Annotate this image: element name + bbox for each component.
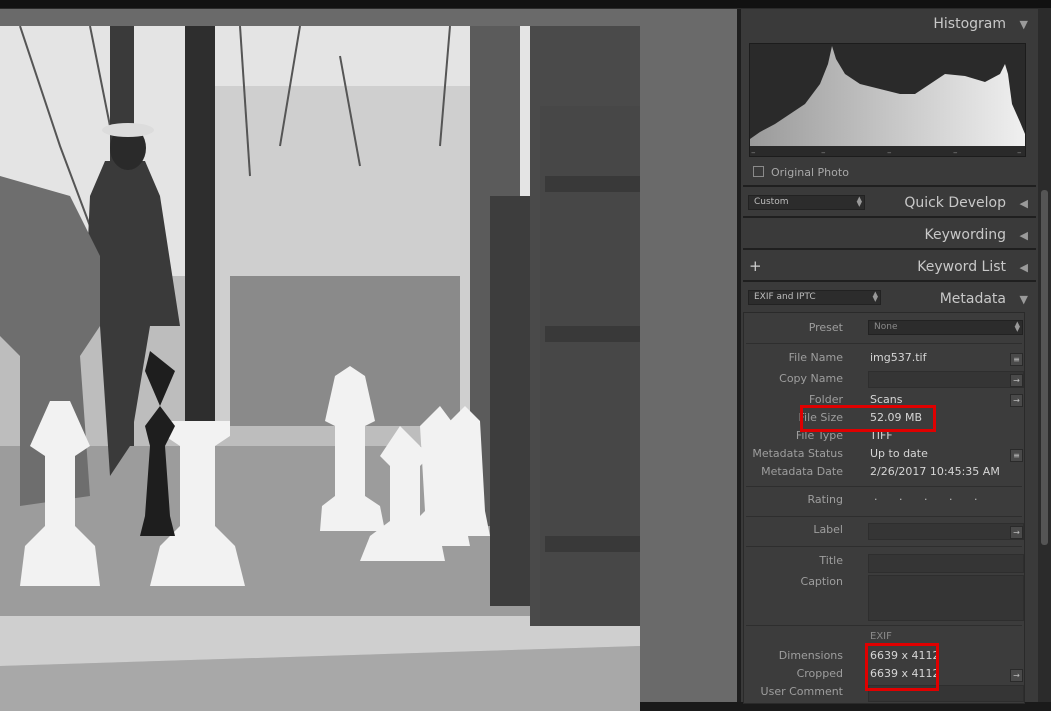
quick-develop-title: Quick Develop bbox=[904, 195, 1006, 211]
go-arrow-icon[interactable]: → bbox=[1010, 394, 1023, 407]
hist-tick: – bbox=[953, 148, 958, 158]
keyword-list-title: Keyword List bbox=[917, 259, 1006, 275]
row-separator bbox=[746, 546, 1022, 547]
add-keyword-icon[interactable]: + bbox=[749, 257, 762, 275]
file-name-value[interactable]: img537.tif bbox=[870, 351, 927, 364]
stepper-icon: ▲ ▼ bbox=[856, 195, 862, 208]
saved-preset-value: Custom bbox=[754, 197, 789, 207]
go-arrow-icon[interactable]: → bbox=[1010, 526, 1023, 539]
original-photo-toggle[interactable]: Original Photo bbox=[753, 166, 849, 179]
keyword-list-header[interactable]: + Keyword List ◀ bbox=[741, 253, 1038, 281]
label-input[interactable] bbox=[868, 523, 1024, 540]
rating-stars[interactable]: · · · · · bbox=[874, 493, 986, 506]
collapse-arrow-icon[interactable]: ▼ bbox=[1020, 18, 1028, 31]
metadata-body: Preset None ▲ ▼ File Name img537.tif ≡ Co… bbox=[743, 312, 1025, 704]
keywording-header[interactable]: Keywording ◀ bbox=[741, 221, 1038, 249]
row-separator bbox=[746, 343, 1022, 344]
go-arrow-icon[interactable]: → bbox=[1010, 669, 1023, 682]
metadata-view-dropdown[interactable]: EXIF and IPTC ▲ ▼ bbox=[748, 290, 881, 305]
quick-develop-header[interactable]: Custom ▲ ▼ Quick Develop ◀ bbox=[741, 189, 1038, 217]
section-separator bbox=[743, 185, 1036, 187]
top-bar bbox=[0, 0, 1051, 9]
go-arrow-icon[interactable]: → bbox=[1010, 374, 1023, 387]
file-name-label: File Name bbox=[788, 351, 843, 364]
list-icon[interactable]: ≡ bbox=[1010, 449, 1023, 462]
metadata-status-label: Metadata Status bbox=[752, 447, 843, 460]
hist-tick: – bbox=[887, 148, 892, 158]
metadata-date-value: 2/26/2017 10:45:35 AM bbox=[870, 465, 1000, 478]
expand-arrow-icon[interactable]: ◀ bbox=[1020, 197, 1028, 210]
keywording-title: Keywording bbox=[924, 227, 1006, 243]
caption-input[interactable] bbox=[868, 575, 1024, 621]
section-separator bbox=[743, 216, 1036, 218]
copy-name-label: Copy Name bbox=[779, 372, 843, 385]
histogram-header[interactable]: Histogram ▼ bbox=[741, 9, 1038, 37]
copy-name-input[interactable] bbox=[868, 371, 1024, 388]
scrollbar-thumb[interactable] bbox=[1041, 190, 1048, 545]
hist-tick: – bbox=[751, 148, 756, 158]
metadata-view-value: EXIF and IPTC bbox=[754, 292, 816, 302]
rating-label: Rating bbox=[807, 493, 843, 506]
saved-preset-dropdown[interactable]: Custom ▲ ▼ bbox=[748, 195, 865, 210]
hist-tick: – bbox=[821, 148, 826, 158]
exif-header: EXIF bbox=[870, 631, 892, 642]
stepper-icon: ▲ ▼ bbox=[872, 290, 878, 303]
metadata-header[interactable]: EXIF and IPTC ▲ ▼ Metadata ▼ bbox=[741, 285, 1038, 313]
photo-image[interactable] bbox=[0, 26, 640, 711]
hist-tick: – bbox=[1017, 148, 1022, 158]
photo-canvas bbox=[0, 9, 737, 711]
histogram-chart[interactable] bbox=[749, 43, 1026, 157]
metadata-preset-dropdown[interactable]: None ▲ ▼ bbox=[868, 320, 1023, 335]
metadata-preset-value: None bbox=[874, 322, 898, 332]
expand-arrow-icon[interactable]: ◀ bbox=[1020, 261, 1028, 274]
preset-label: Preset bbox=[808, 321, 843, 334]
list-icon[interactable]: ≡ bbox=[1010, 353, 1023, 366]
checkbox-icon[interactable] bbox=[753, 166, 764, 177]
metadata-date-label: Metadata Date bbox=[761, 465, 843, 478]
metadata-status-value: Up to date bbox=[870, 447, 928, 460]
right-panel: Histogram ▼ – – – – – Original Photo Cus… bbox=[741, 9, 1038, 704]
collapse-arrow-icon[interactable]: ▼ bbox=[1020, 293, 1028, 306]
caption-label: Caption bbox=[800, 575, 843, 588]
cropped-label: Cropped bbox=[796, 667, 843, 680]
user-comment-label: User Comment bbox=[760, 685, 843, 698]
dimensions-highlight bbox=[865, 643, 939, 691]
dimensions-label: Dimensions bbox=[778, 649, 843, 662]
file-size-highlight bbox=[800, 405, 936, 432]
row-separator bbox=[746, 486, 1022, 487]
title-label: Title bbox=[819, 554, 843, 567]
metadata-title: Metadata bbox=[939, 291, 1006, 307]
histogram-title: Histogram bbox=[933, 16, 1006, 32]
row-separator bbox=[746, 516, 1022, 517]
stepper-icon: ▲ ▼ bbox=[1014, 320, 1020, 333]
label-label: Label bbox=[813, 523, 843, 536]
original-photo-label: Original Photo bbox=[771, 166, 849, 179]
row-separator bbox=[746, 625, 1022, 626]
section-separator bbox=[743, 248, 1036, 250]
section-separator bbox=[743, 280, 1036, 282]
title-input[interactable] bbox=[868, 554, 1024, 573]
expand-arrow-icon[interactable]: ◀ bbox=[1020, 229, 1028, 242]
